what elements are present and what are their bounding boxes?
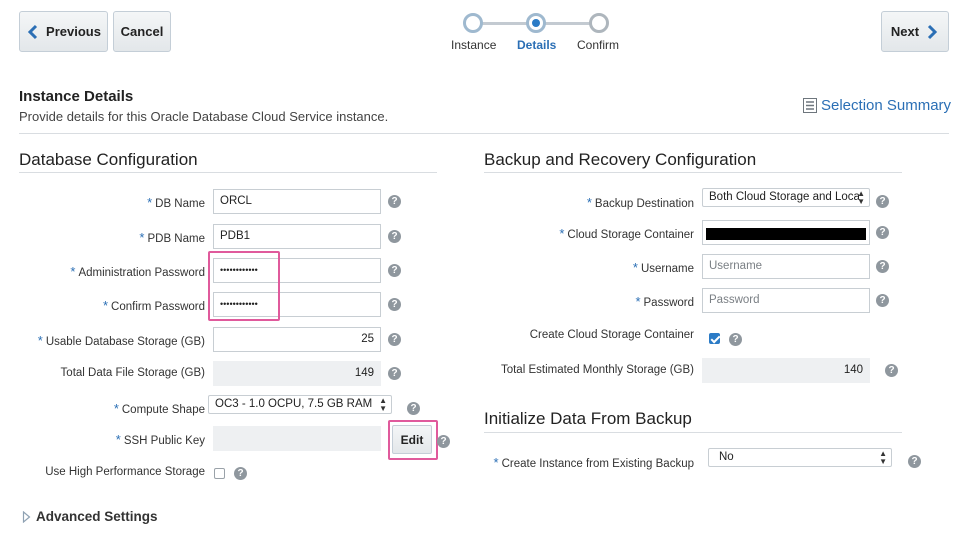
train-label-confirm[interactable]: Confirm bbox=[577, 38, 619, 52]
create-from-backup-value: No bbox=[719, 451, 734, 463]
create-container-label: Create Cloud Storage Container bbox=[529, 329, 694, 341]
train-stop-details[interactable] bbox=[526, 13, 546, 33]
advanced-settings-toggle[interactable]: Advanced Settings bbox=[22, 509, 158, 524]
select-arrows-icon: ▲ ▼ bbox=[379, 395, 387, 413]
help-icon[interactable]: ? bbox=[876, 226, 889, 239]
cancel-label: Cancel bbox=[120, 24, 164, 39]
help-icon[interactable]: ? bbox=[908, 455, 921, 468]
compute-shape-select[interactable]: OC3 - 1.0 OCPU, 7.5 GB RAM ▲ ▼ bbox=[208, 395, 392, 414]
redaction-bar bbox=[706, 228, 866, 240]
help-icon[interactable]: ? bbox=[388, 367, 401, 380]
previous-label: Previous bbox=[46, 24, 101, 39]
backup-config-title: Backup and Recovery Configuration bbox=[484, 150, 757, 169]
password-highlight-box bbox=[208, 251, 280, 321]
password-label: * Password bbox=[635, 294, 694, 309]
ssh-key-label: * SSH Public Key bbox=[115, 432, 205, 447]
db-name-input[interactable]: ORCL bbox=[213, 189, 381, 214]
help-icon[interactable]: ? bbox=[885, 364, 898, 377]
edit-label: Edit bbox=[400, 432, 424, 447]
help-icon[interactable]: ? bbox=[234, 467, 247, 480]
help-icon[interactable]: ? bbox=[876, 195, 889, 208]
backup-destination-select[interactable]: Both Cloud Storage and Loca ▲ ▼ bbox=[702, 188, 870, 207]
page-title: Instance Details bbox=[19, 88, 134, 105]
total-file-storage-value: 149 bbox=[213, 361, 381, 386]
help-icon[interactable]: ? bbox=[388, 264, 401, 277]
selection-summary-link[interactable]: Selection Summary bbox=[803, 97, 951, 114]
page-subtitle: Provide details for this Oracle Database… bbox=[19, 109, 389, 124]
init-backup-title: Initialize Data From Backup bbox=[484, 409, 692, 428]
required-icon: * bbox=[147, 195, 153, 210]
next-label: Next bbox=[890, 24, 920, 39]
next-button[interactable]: Next bbox=[881, 11, 949, 52]
help-icon[interactable]: ? bbox=[388, 195, 401, 208]
confirm-password-label: * Confirm Password bbox=[102, 298, 205, 313]
db-config-divider bbox=[19, 172, 437, 173]
help-icon[interactable]: ? bbox=[407, 402, 420, 415]
create-container-checkbox[interactable] bbox=[709, 333, 720, 344]
summary-list-icon bbox=[803, 98, 817, 113]
help-icon[interactable]: ? bbox=[388, 298, 401, 311]
previous-button[interactable]: Previous bbox=[19, 11, 108, 52]
backup-config-divider bbox=[484, 172, 902, 173]
select-arrows-icon: ▲ ▼ bbox=[879, 448, 887, 466]
username-label: * Username bbox=[632, 260, 694, 275]
ssh-key-field bbox=[213, 426, 381, 451]
cancel-button[interactable]: Cancel bbox=[113, 11, 171, 52]
header-divider bbox=[19, 133, 949, 134]
admin-password-label: * Administration Password bbox=[70, 264, 205, 279]
compute-shape-label: * Compute Shape bbox=[113, 401, 205, 416]
backup-destination-value: Both Cloud Storage and Loca bbox=[709, 191, 860, 203]
usable-storage-input[interactable]: 25 bbox=[213, 327, 381, 352]
advanced-settings-label: Advanced Settings bbox=[36, 509, 158, 524]
create-from-backup-label: * Create Instance from Existing Backup bbox=[493, 455, 694, 470]
db-config-title: Database Configuration bbox=[19, 150, 198, 169]
chevron-left-icon bbox=[27, 24, 38, 39]
chevron-right-icon bbox=[928, 24, 938, 39]
monthly-storage-label: Total Estimated Monthly Storage (GB) bbox=[500, 364, 694, 376]
train-label-details[interactable]: Details bbox=[517, 38, 556, 52]
username-input[interactable]: Username bbox=[702, 254, 870, 279]
init-backup-divider bbox=[484, 432, 902, 433]
backup-destination-label: * Backup Destination bbox=[586, 195, 694, 210]
selection-summary-label: Selection Summary bbox=[821, 97, 952, 114]
pdb-name-input[interactable]: PDB1 bbox=[213, 224, 381, 249]
high-perf-label: Use High Performance Storage bbox=[45, 466, 205, 478]
help-icon[interactable]: ? bbox=[437, 435, 450, 448]
train-stop-confirm[interactable] bbox=[589, 13, 609, 33]
pdb-name-label: * PDB Name bbox=[139, 230, 205, 245]
password-input[interactable]: Password bbox=[702, 288, 870, 313]
train-stop-instance[interactable] bbox=[463, 13, 483, 33]
disclosure-triangle-icon bbox=[22, 510, 31, 523]
compute-shape-value: OC3 - 1.0 OCPU, 7.5 GB RAM bbox=[215, 398, 373, 410]
edit-ssh-key-button[interactable]: Edit bbox=[392, 425, 432, 454]
high-perf-checkbox[interactable] bbox=[214, 468, 225, 479]
usable-storage-label: * Usable Database Storage (GB) bbox=[37, 333, 205, 348]
monthly-storage-value: 140 bbox=[702, 358, 870, 383]
help-icon[interactable]: ? bbox=[388, 333, 401, 346]
train-label-instance[interactable]: Instance bbox=[451, 38, 496, 52]
help-icon[interactable]: ? bbox=[876, 294, 889, 307]
select-arrows-icon: ▲ ▼ bbox=[857, 188, 865, 206]
total-file-storage-label: Total Data File Storage (GB) bbox=[60, 367, 205, 379]
help-icon[interactable]: ? bbox=[876, 260, 889, 273]
db-name-label: * DB Name bbox=[147, 195, 205, 210]
container-label: * Cloud Storage Container bbox=[559, 226, 694, 241]
help-icon[interactable]: ? bbox=[388, 230, 401, 243]
create-from-backup-select[interactable]: No ▲ ▼ bbox=[708, 448, 892, 467]
help-icon[interactable]: ? bbox=[729, 333, 742, 346]
